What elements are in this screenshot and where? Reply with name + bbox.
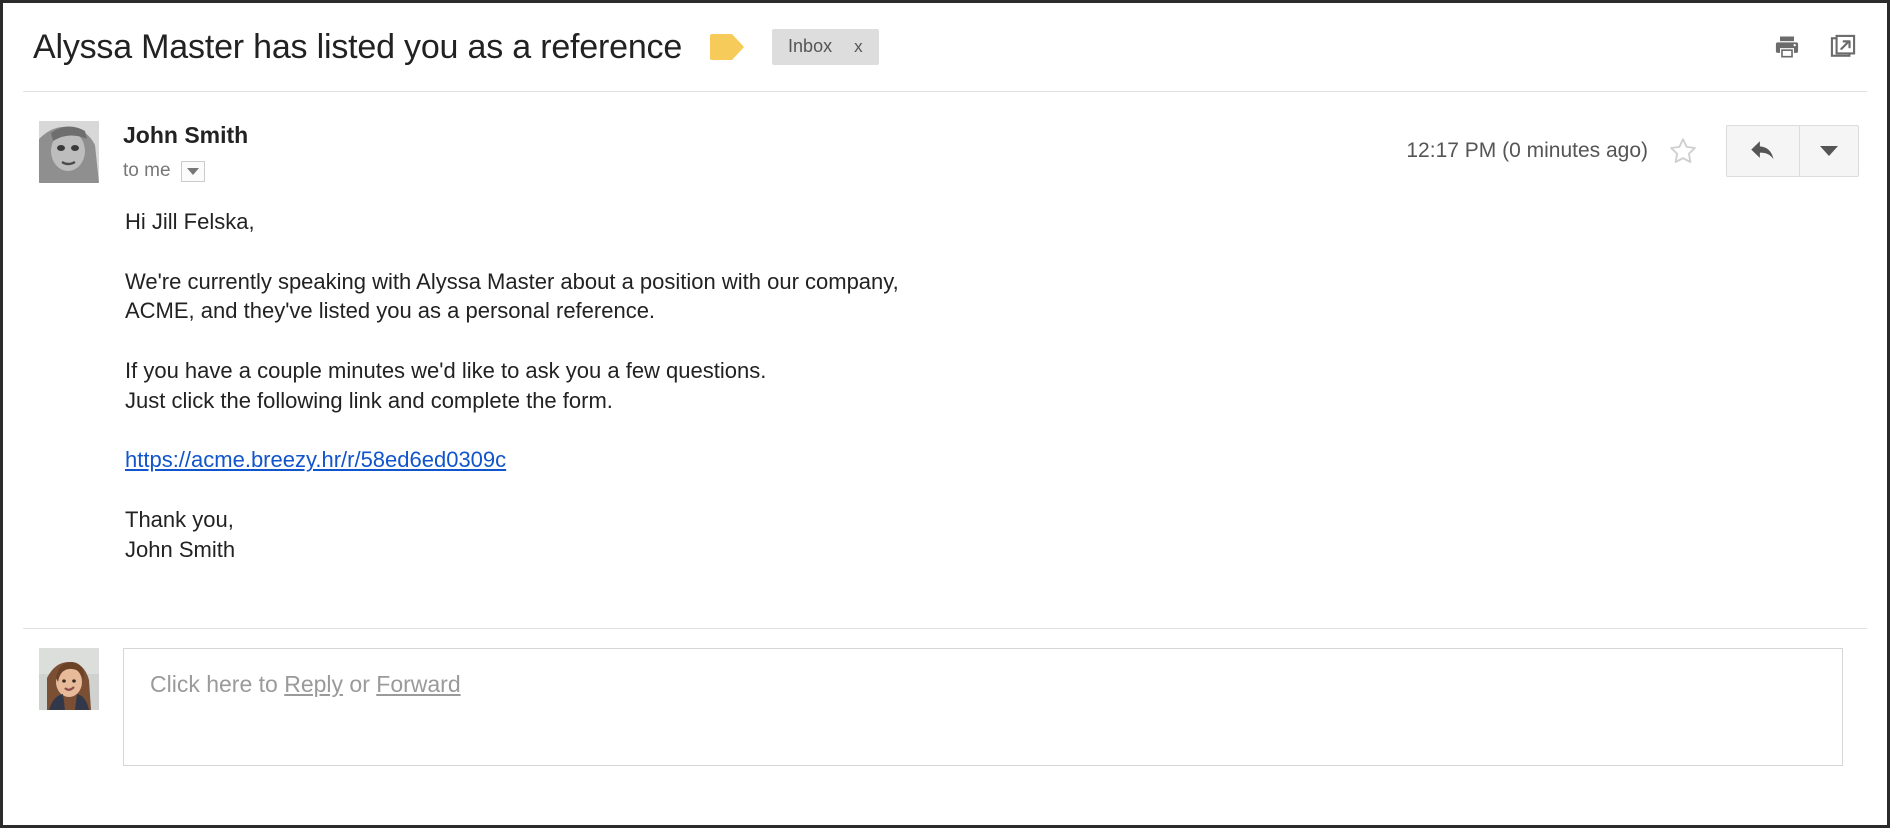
page-title: Alyssa Master has listed you as a refere…	[33, 27, 683, 66]
reply-section: Click here to Reply or Forward	[3, 648, 1887, 766]
email-message-view: Alyssa Master has listed you as a refere…	[0, 0, 1890, 828]
avatar	[39, 121, 99, 183]
body-link-paragraph: https://acme.breezy.hr/r/58ed6ed0309c	[125, 445, 1847, 475]
subject-header: Alyssa Master has listed you as a refere…	[3, 3, 1887, 91]
message-meta-actions: 12:17 PM (0 minutes ago)	[1406, 121, 1859, 177]
reference-form-link[interactable]: https://acme.breezy.hr/r/58ed6ed0309c	[125, 447, 506, 472]
message-meta-row: John Smith to me 12:17 PM (0 minutes ago…	[3, 91, 1887, 183]
body-paragraph-1: We're currently speaking with Alyssa Mas…	[125, 268, 899, 324]
reply-button-group	[1726, 125, 1859, 177]
reply-divider	[23, 628, 1867, 629]
recipient-line: to me	[123, 160, 248, 182]
open-in-new-window-icon[interactable]	[1827, 31, 1859, 63]
body-greeting: Hi Jill Felska,	[125, 209, 255, 234]
body-paragraph-2-line-1: If you have a couple minutes we'd like t…	[125, 358, 767, 384]
user-avatar	[39, 648, 99, 710]
message-container: John Smith to me 12:17 PM (0 minutes ago…	[3, 91, 1887, 595]
header-action-group	[1771, 31, 1859, 63]
reply-prompt-prefix: Click here to	[150, 671, 285, 697]
sender-name[interactable]: John Smith	[123, 122, 248, 148]
signoff-name: John Smith	[125, 536, 236, 562]
forward-link[interactable]: Forward	[376, 671, 460, 697]
print-icon[interactable]	[1771, 31, 1803, 63]
reply-link[interactable]: Reply	[284, 671, 343, 697]
reply-placeholder: Click here to Reply or Forward	[150, 671, 461, 697]
reply-or-text: or	[343, 671, 377, 697]
sender-block: John Smith to me	[123, 121, 248, 182]
body-signoff: Thank you, John Smith	[125, 505, 1847, 564]
body-paragraph-2-line-2: Just click the following link and comple…	[125, 387, 613, 413]
label-tag-body	[710, 34, 733, 60]
message-timestamp: 12:17 PM (0 minutes ago)	[1406, 139, 1648, 162]
signoff-thanks: Thank you,	[125, 507, 234, 533]
recipient-text: to me	[123, 160, 171, 182]
message-body: Hi Jill Felska, We're currently speaking…	[3, 183, 1887, 565]
details-caret-icon[interactable]	[180, 160, 205, 182]
details-caret-triangle	[186, 167, 199, 175]
more-options-caret-icon[interactable]	[1799, 126, 1858, 176]
body-paragraph-2: If you have a couple minutes we'd like t…	[125, 356, 1847, 415]
inbox-label-chip[interactable]: Inbox x	[772, 29, 879, 65]
star-outline-icon[interactable]	[1666, 134, 1700, 168]
inbox-label-text: Inbox	[788, 36, 833, 56]
more-options-triangle	[1820, 146, 1838, 156]
label-tag-point	[732, 34, 745, 60]
reply-arrow-icon[interactable]	[1727, 126, 1799, 176]
reply-input-box[interactable]: Click here to Reply or Forward	[123, 648, 1843, 766]
remove-label-icon[interactable]: x	[854, 37, 863, 57]
